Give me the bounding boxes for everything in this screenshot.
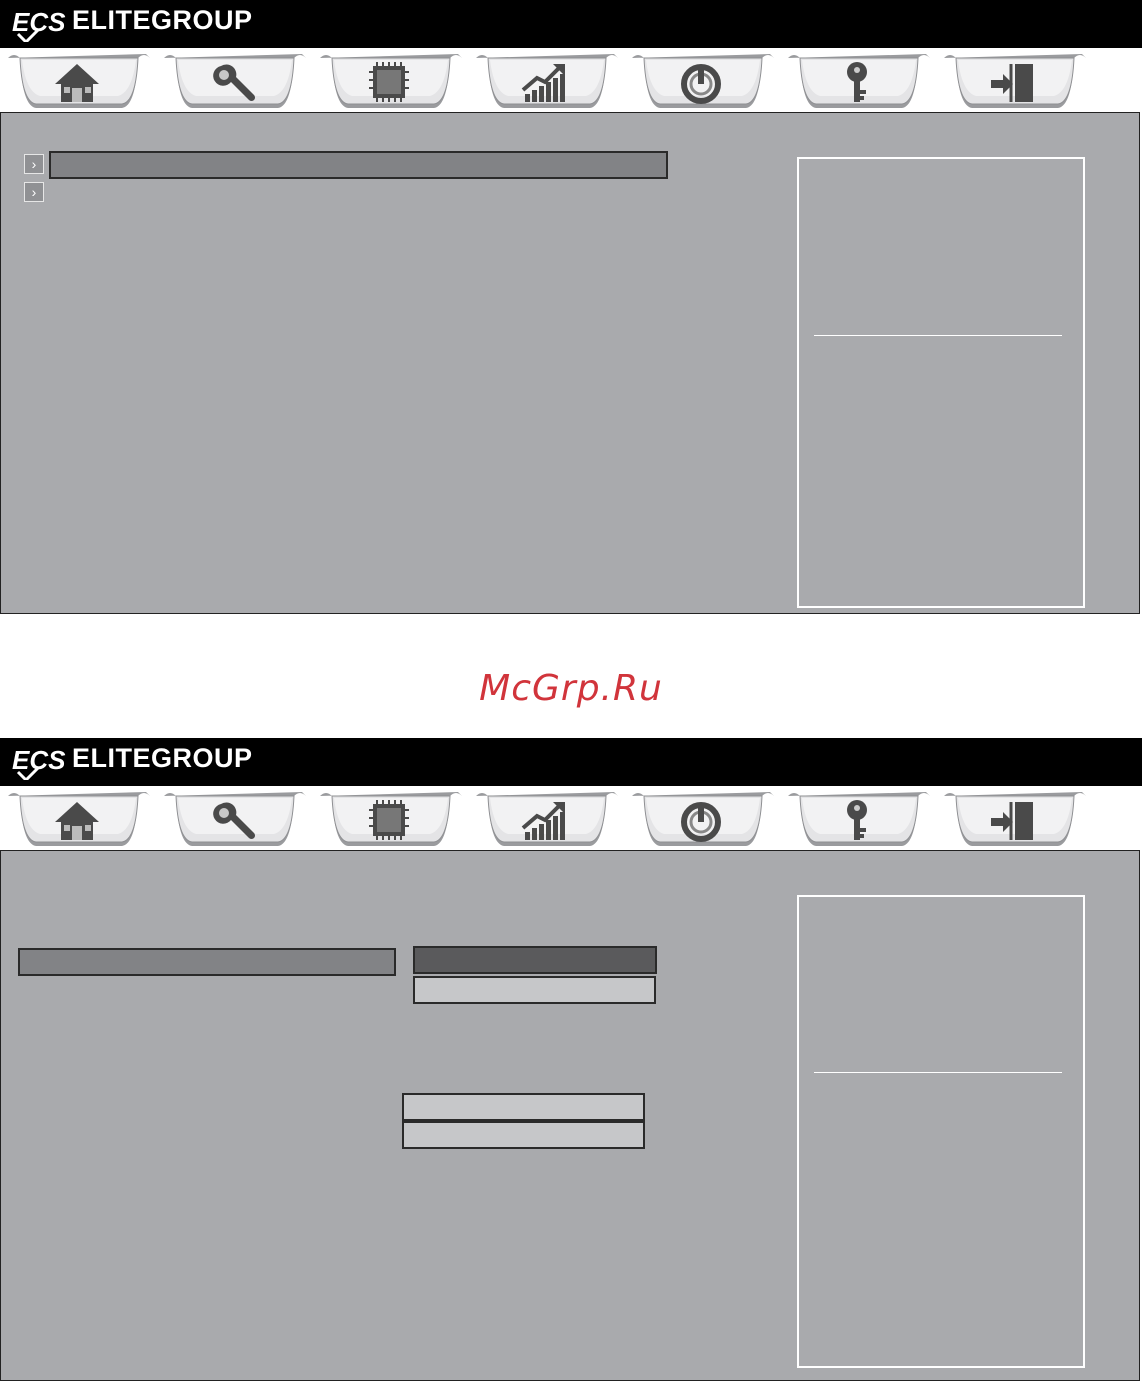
key-icon	[847, 62, 867, 102]
main-panel: › ›	[0, 112, 1140, 614]
home-icon	[55, 64, 99, 102]
svg-text:ECS: ECS	[12, 7, 66, 37]
header-bar: ECS ELITEGROUP	[0, 738, 1142, 786]
power-icon	[681, 64, 721, 104]
chart-up-icon	[521, 64, 565, 102]
wrench-icon	[213, 64, 256, 102]
brand-name: ELITEGROUP	[72, 743, 253, 773]
option-item[interactable]	[413, 976, 656, 1004]
tab-security[interactable]	[786, 52, 930, 110]
help-divider	[814, 335, 1062, 336]
tab-advanced[interactable]	[162, 790, 306, 848]
key-icon	[847, 800, 867, 840]
ecs-logo: ECS	[12, 6, 68, 42]
help-box	[797, 157, 1085, 608]
bios-screen-2: ECS ELITEGROUP	[0, 738, 1142, 1381]
tab-chipset[interactable]	[318, 790, 462, 848]
ecs-logo: ECS	[12, 744, 68, 780]
wrench-icon	[213, 802, 256, 840]
bios-screen-1: ECS ELITEGROUP › ›	[0, 0, 1142, 614]
option-selected[interactable]	[413, 946, 657, 974]
tab-boot[interactable]	[630, 52, 774, 110]
exit-door-icon	[991, 64, 1033, 102]
tab-boot[interactable]	[630, 790, 774, 848]
tab-exit[interactable]	[942, 52, 1086, 110]
popup-option[interactable]	[402, 1121, 645, 1149]
svg-text:ECS: ECS	[12, 745, 66, 775]
header-bar: ECS ELITEGROUP	[0, 0, 1142, 48]
help-box	[797, 895, 1085, 1368]
tab-mi[interactable]	[474, 52, 618, 110]
watermark-text: McGrp.Ru	[479, 668, 663, 709]
menu-item[interactable]	[49, 179, 668, 207]
tab-strip	[0, 48, 1142, 112]
chip-icon	[369, 62, 409, 102]
exit-door-icon	[991, 802, 1033, 840]
main-panel	[0, 850, 1140, 1381]
tab-advanced[interactable]	[162, 52, 306, 110]
popup-option[interactable]	[402, 1093, 645, 1121]
tab-exit[interactable]	[942, 790, 1086, 848]
tab-strip	[0, 786, 1142, 850]
submenu-arrow-icon[interactable]: ›	[24, 154, 44, 174]
help-divider	[814, 1072, 1062, 1073]
menu-item-selected[interactable]	[49, 151, 668, 179]
tab-chipset[interactable]	[318, 52, 462, 110]
tab-main[interactable]	[6, 52, 150, 110]
chip-icon	[369, 800, 409, 840]
tab-main[interactable]	[6, 790, 150, 848]
power-icon	[681, 802, 721, 842]
brand-name: ELITEGROUP	[72, 5, 253, 35]
tab-security[interactable]	[786, 790, 930, 848]
submenu-arrow-icon[interactable]: ›	[24, 182, 44, 202]
chart-up-icon	[521, 802, 565, 840]
setting-item-selected[interactable]	[18, 948, 396, 976]
tab-mi[interactable]	[474, 790, 618, 848]
home-icon	[55, 802, 99, 840]
